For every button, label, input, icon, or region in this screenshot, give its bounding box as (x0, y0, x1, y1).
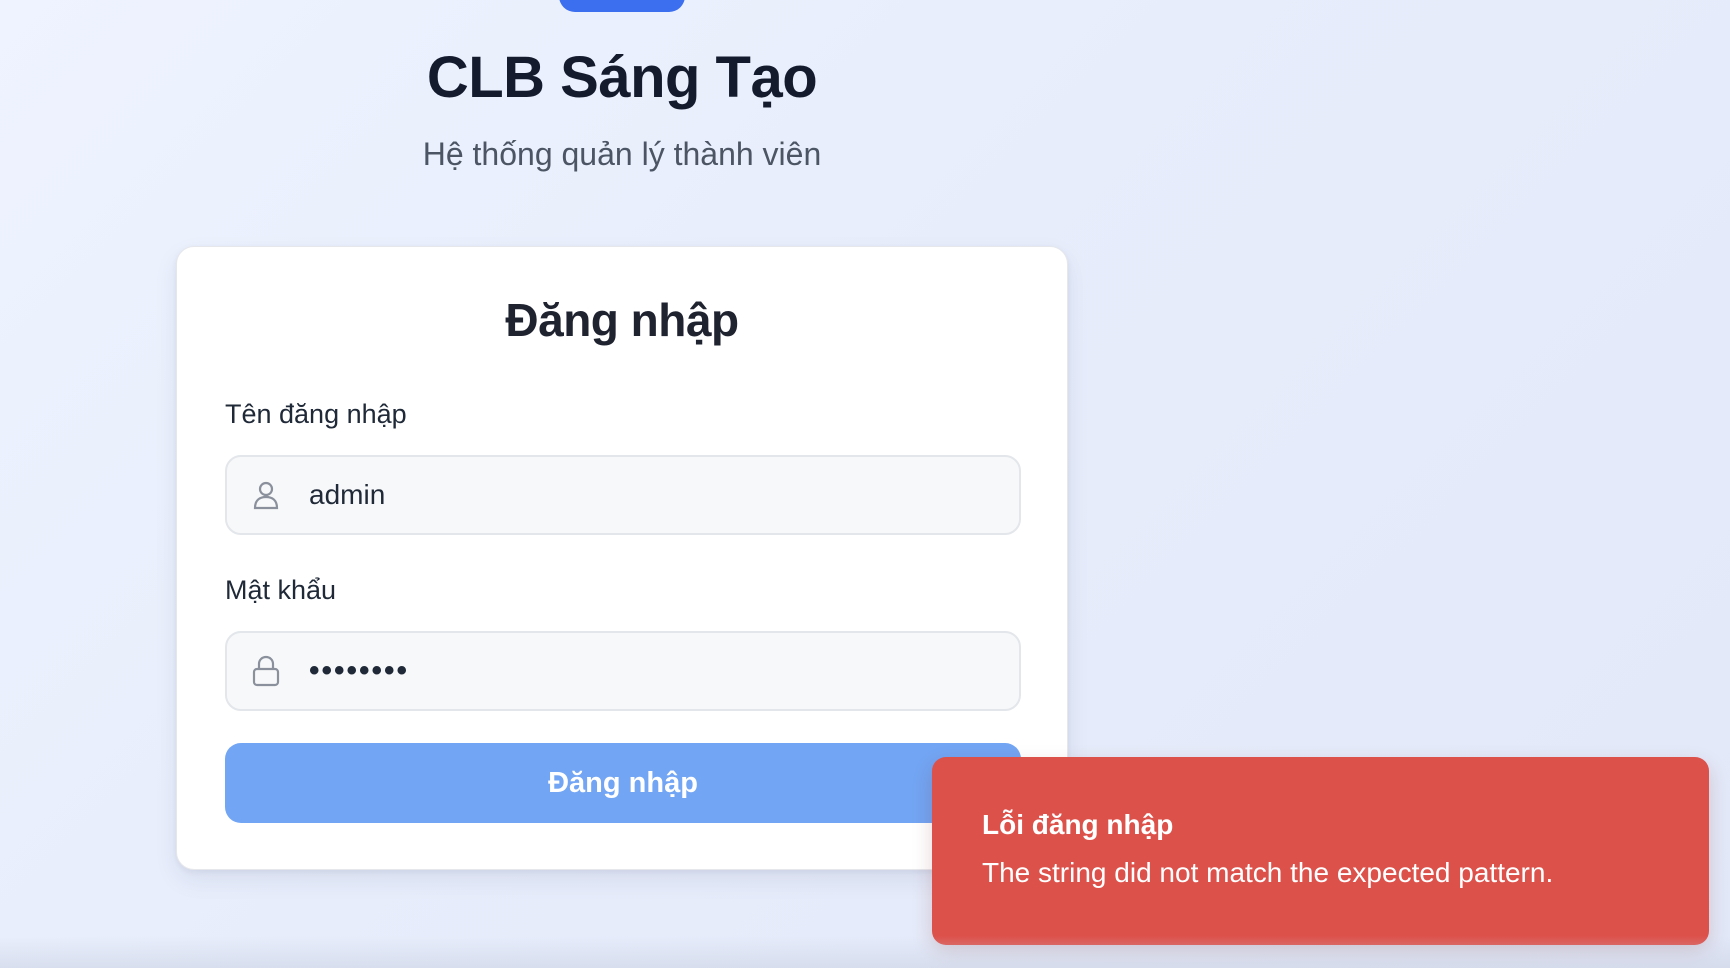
username-field[interactable] (225, 455, 1021, 535)
toast-message: The string did not match the expected pa… (982, 857, 1554, 888)
app-subtitle: Hệ thống quản lý thành viên (422, 136, 822, 172)
bottom-edge (0, 936, 1730, 968)
error-toast[interactable]: Lỗi đăng nhập The string did not match t… (932, 757, 1709, 945)
username-label: Tên đăng nhập (225, 399, 407, 429)
toast-title: Lỗi đăng nhập (982, 809, 1174, 840)
password-input[interactable]: •••••••• (309, 654, 1019, 688)
logo-badge (559, 0, 685, 12)
password-label: Mật khẩu (225, 575, 337, 605)
app-title: CLB Sáng Tạo (426, 45, 818, 110)
password-field[interactable]: •••••••• (225, 631, 1021, 711)
username-input[interactable] (309, 479, 1019, 511)
login-heading: Đăng nhập (505, 294, 739, 346)
user-icon (249, 478, 283, 512)
login-button[interactable]: Đăng nhập (225, 743, 1021, 823)
lock-icon (249, 654, 283, 688)
